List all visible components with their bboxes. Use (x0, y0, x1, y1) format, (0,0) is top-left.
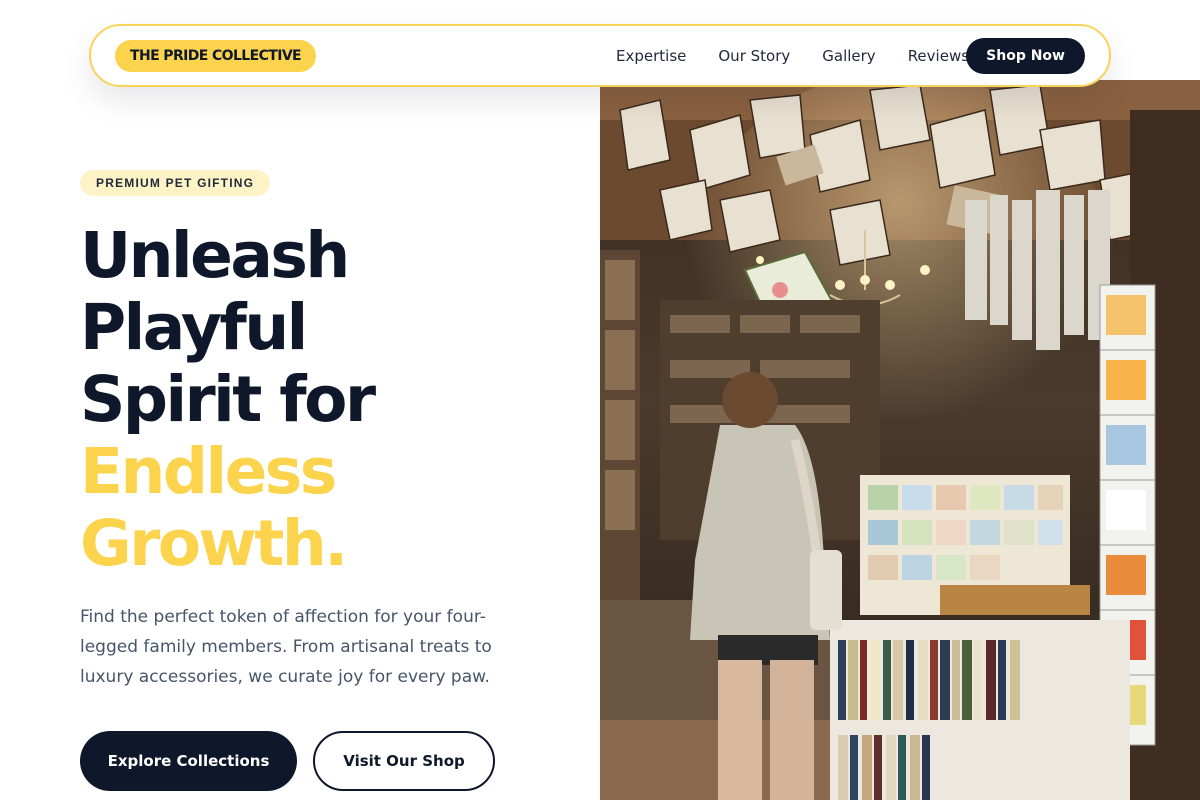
navbar: THE PRIDE COLLECTIVE Expertise Our Story… (89, 24, 1111, 87)
brand-logo[interactable]: THE PRIDE COLLECTIVE (115, 40, 317, 72)
hero-badge: PREMIUM PET GIFTING (80, 170, 271, 196)
visit-our-shop-button[interactable]: Visit Our Shop (313, 731, 495, 791)
headline-line-2: Playful (80, 291, 308, 364)
shop-now-button[interactable]: Shop Now (966, 38, 1085, 74)
nav-link-gallery[interactable]: Gallery (822, 47, 875, 65)
hero-photo (600, 80, 1200, 800)
explore-collections-button[interactable]: Explore Collections (80, 731, 297, 791)
nav-link-our-story[interactable]: Our Story (718, 47, 790, 65)
nav-link-expertise[interactable]: Expertise (616, 47, 686, 65)
headline-line-1: Unleash (80, 219, 350, 292)
nav-links: Expertise Our Story Gallery Reviews (616, 26, 1001, 85)
headline-line-3: Spirit for (80, 363, 376, 436)
headline-accent-line-1: Endless (80, 435, 337, 508)
headline-accent-line-2: Growth. (80, 507, 348, 580)
nav-link-reviews[interactable]: Reviews (908, 47, 969, 65)
hero-headline: Unleash Playful Spirit for Endless Growt… (80, 220, 580, 580)
hero-description: Find the perfect token of affection for … (80, 607, 492, 687)
